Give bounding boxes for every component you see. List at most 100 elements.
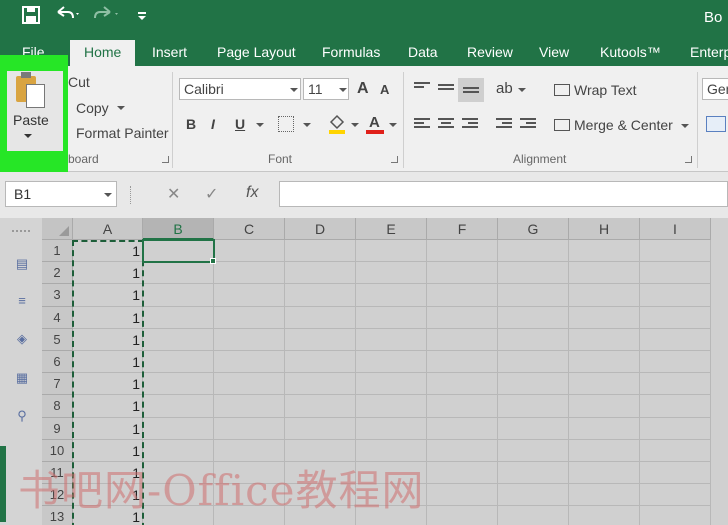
cell-d4[interactable] (285, 306, 356, 329)
cell-h1[interactable] (569, 240, 640, 263)
cell-f11[interactable] (427, 462, 498, 485)
fill-handle[interactable] (210, 258, 216, 265)
font-name-select[interactable]: Calibri (179, 78, 301, 100)
cell-g1[interactable] (498, 240, 569, 263)
undo-icon[interactable] (54, 6, 80, 30)
cell-h2[interactable] (569, 262, 640, 285)
cancel-icon[interactable]: ✕ (167, 184, 180, 204)
row-header[interactable]: 7 (42, 373, 73, 396)
cell-i1[interactable] (640, 240, 711, 263)
column-header-h[interactable]: H (569, 218, 640, 240)
cell-c3[interactable] (214, 284, 285, 307)
formula-input[interactable] (279, 181, 728, 207)
increase-indent-icon[interactable] (520, 118, 536, 130)
column-header-c[interactable]: C (214, 218, 285, 240)
cell-e5[interactable] (356, 328, 427, 351)
cell-i3[interactable] (640, 284, 711, 307)
cell-e6[interactable] (356, 351, 427, 374)
column-header-a[interactable]: A (73, 218, 143, 240)
row-header[interactable]: 1 (42, 240, 73, 263)
cell-d3[interactable] (285, 284, 356, 307)
cell-e9[interactable] (356, 417, 427, 440)
copy-dropdown-icon[interactable] (117, 106, 125, 110)
cell-g4[interactable] (498, 306, 569, 329)
underline-button[interactable]: U (235, 116, 245, 132)
cell-g9[interactable] (498, 417, 569, 440)
cell-i4[interactable] (640, 306, 711, 329)
bold-button[interactable]: B (186, 116, 196, 132)
cell-c5[interactable] (214, 328, 285, 351)
tab-home[interactable]: Home (70, 40, 136, 66)
cell-d9[interactable] (285, 417, 356, 440)
columns-icon[interactable]: ▦ (12, 370, 32, 386)
column-header-g[interactable]: G (498, 218, 569, 240)
cell-h12[interactable] (569, 484, 640, 507)
cell-h6[interactable] (569, 351, 640, 374)
column-header-d[interactable]: D (285, 218, 356, 240)
cell-f13[interactable] (427, 506, 498, 525)
cell-f8[interactable] (427, 395, 498, 418)
cell-i8[interactable] (640, 395, 711, 418)
cell-c2[interactable] (214, 262, 285, 285)
cell-h9[interactable] (569, 417, 640, 440)
column-header-f[interactable]: F (427, 218, 498, 240)
cell-b8[interactable] (143, 395, 214, 418)
cell-b5[interactable] (143, 328, 214, 351)
align-right-icon[interactable] (462, 118, 478, 130)
cell-d1[interactable] (285, 240, 356, 263)
column-header-e[interactable]: E (356, 218, 427, 240)
number-format-select[interactable]: Gen (702, 78, 728, 100)
name-manager-icon[interactable]: ≡ (12, 293, 32, 309)
tab-enterprise[interactable]: Enterp (690, 44, 728, 60)
cell-g3[interactable] (498, 284, 569, 307)
cell-e7[interactable] (356, 373, 427, 396)
cell-f6[interactable] (427, 351, 498, 374)
shrink-font-button[interactable]: A (380, 82, 389, 97)
align-center-icon[interactable] (438, 118, 454, 130)
cell-f3[interactable] (427, 284, 498, 307)
cell-e8[interactable] (356, 395, 427, 418)
column-header-i[interactable]: I (640, 218, 711, 240)
borders-icon[interactable] (278, 116, 294, 132)
alignment-launcher-icon[interactable] (685, 156, 692, 163)
cell-f4[interactable] (427, 306, 498, 329)
customize-icon[interactable] (137, 6, 147, 28)
merge-center-dropdown-icon[interactable] (681, 124, 689, 128)
underline-dropdown-icon[interactable] (256, 123, 264, 127)
font-name-dropdown-icon[interactable] (290, 88, 298, 92)
cell-d5[interactable] (285, 328, 356, 351)
borders-dropdown-icon[interactable] (303, 123, 311, 127)
tab-formulas[interactable]: Formulas (322, 44, 380, 60)
cell-i13[interactable] (640, 506, 711, 525)
cell-i12[interactable] (640, 484, 711, 507)
cell-c8[interactable] (214, 395, 285, 418)
cell-d8[interactable] (285, 395, 356, 418)
cell-i5[interactable] (640, 328, 711, 351)
align-middle-icon[interactable] (438, 84, 454, 96)
orientation-dropdown-icon[interactable] (518, 88, 526, 92)
redo-icon[interactable] (94, 6, 120, 30)
cell-h4[interactable] (569, 306, 640, 329)
cell-g10[interactable] (498, 439, 569, 462)
align-top-icon[interactable] (414, 82, 430, 94)
italic-button[interactable]: I (211, 116, 215, 132)
align-bottom-button[interactable] (458, 78, 484, 102)
layers-icon[interactable]: ◈ (12, 331, 32, 347)
cell-f2[interactable] (427, 262, 498, 285)
cell-i11[interactable] (640, 462, 711, 485)
merge-center-button[interactable]: Merge & Center (554, 117, 673, 133)
cell-h11[interactable] (569, 462, 640, 485)
cell-g8[interactable] (498, 395, 569, 418)
row-header[interactable]: 4 (42, 306, 73, 329)
cell-g7[interactable] (498, 373, 569, 396)
cell-h5[interactable] (569, 328, 640, 351)
cell-c1[interactable] (214, 240, 285, 263)
cell-h13[interactable] (569, 506, 640, 525)
currency-format-icon[interactable] (706, 116, 726, 132)
cell-c6[interactable] (214, 351, 285, 374)
save-icon[interactable] (22, 6, 40, 30)
cell-b4[interactable] (143, 306, 214, 329)
cell-b2[interactable] (143, 262, 214, 285)
paste-dropdown-icon[interactable] (24, 134, 32, 138)
column-header-b[interactable]: B (143, 218, 214, 240)
